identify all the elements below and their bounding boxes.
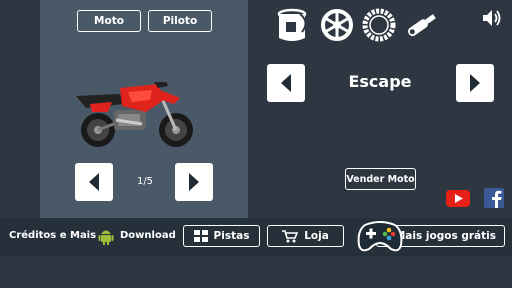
arrow-left-icon <box>281 74 291 92</box>
next-part-button[interactable] <box>456 64 494 102</box>
previous-bike-button[interactable] <box>75 163 113 201</box>
motorcycle-image <box>76 82 193 147</box>
wheel-rim-icon[interactable] <box>320 8 354 42</box>
credits-button[interactable]: Créditos e Mais <box>9 230 96 241</box>
next-bike-button[interactable] <box>175 163 213 201</box>
more-games-label: Mais jogos grátis <box>394 230 496 242</box>
facebook-icon[interactable] <box>484 188 504 208</box>
sell-bike-button[interactable]: Vender Moto <box>345 168 416 190</box>
download-button[interactable]: Download <box>120 230 176 241</box>
youtube-icon[interactable] <box>446 190 470 207</box>
shopping-cart-icon <box>282 229 299 242</box>
arrow-left-icon <box>89 173 99 191</box>
piloto-tab-button[interactable]: Piloto <box>148 10 212 32</box>
moto-tab-button[interactable]: Moto <box>77 10 141 32</box>
tracks-button[interactable]: Pistas <box>183 225 260 247</box>
bike-page-indicator: 1/5 <box>136 176 154 187</box>
speaker-icon[interactable] <box>481 8 503 28</box>
gamepad-icon <box>357 221 403 252</box>
arrow-right-icon <box>470 74 480 92</box>
shop-label: Loja <box>304 230 329 242</box>
previous-part-button[interactable] <box>267 64 305 102</box>
exhaust-icon[interactable] <box>404 10 438 40</box>
tire-icon[interactable] <box>362 8 396 42</box>
tracks-label: Pistas <box>213 230 250 242</box>
current-part-label: Escape <box>348 72 412 91</box>
shop-button[interactable]: Loja <box>267 225 344 247</box>
bottom-strip <box>0 256 512 288</box>
paint-bucket-icon[interactable] <box>276 8 310 44</box>
android-icon <box>98 230 114 245</box>
arrow-right-icon <box>189 173 199 191</box>
grid-icon <box>193 230 208 242</box>
